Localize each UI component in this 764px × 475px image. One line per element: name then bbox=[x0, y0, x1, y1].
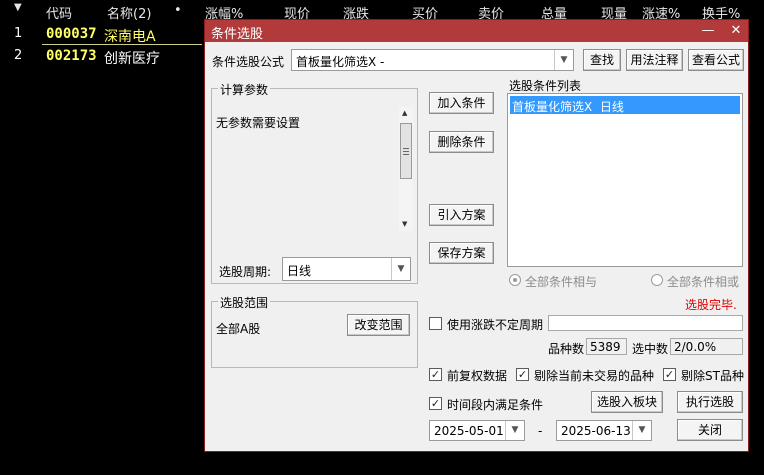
forward-adjusted-checkbox[interactable]: ✓ bbox=[429, 368, 442, 381]
add-condition-button[interactable]: 加入条件 bbox=[429, 92, 494, 114]
stock-selection-dialog: 条件选股 — ✕ 条件选股公式 首板量化筛选X - ▼ 查找 用法注释 查看公式… bbox=[204, 19, 749, 452]
scope-group: 选股范围 全部A股 改变范围 bbox=[211, 294, 418, 368]
row-name: 创新医疗 bbox=[104, 51, 160, 67]
col-code[interactable]: 代码 bbox=[46, 3, 72, 22]
row-name: 深南电A bbox=[104, 29, 156, 45]
scope-group-title: 选股范围 bbox=[218, 294, 271, 311]
selected-count: 2/0.0% bbox=[670, 338, 743, 355]
formula-label: 条件选股公式 bbox=[212, 55, 285, 69]
period-label: 选股周期: bbox=[219, 265, 272, 279]
condition-list-label: 选股条件列表 bbox=[509, 79, 582, 93]
formula-select-value: 首板量化筛选X - bbox=[296, 55, 385, 69]
delete-condition-button[interactable]: 删除条件 bbox=[429, 131, 494, 153]
radio-all-or[interactable] bbox=[651, 274, 663, 286]
list-item-label: 首板量化筛选X 日线 bbox=[512, 100, 624, 114]
params-scrollbar[interactable]: ▲ ▼ bbox=[399, 107, 413, 231]
varieties-label: 品种数 bbox=[548, 342, 585, 356]
row-code: 002173 bbox=[46, 48, 97, 64]
use-uncertain-period-checkbox[interactable] bbox=[429, 317, 442, 330]
row-code: 000037 bbox=[46, 26, 97, 42]
uncertain-period-input[interactable] bbox=[548, 315, 743, 331]
scroll-down-icon[interactable]: ▼ bbox=[402, 220, 407, 228]
row-index: 2 bbox=[14, 48, 23, 63]
varieties-count: 5389 bbox=[586, 338, 627, 355]
close-icon[interactable]: ✕ bbox=[727, 22, 745, 40]
view-formula-button[interactable]: 查看公式 bbox=[688, 49, 744, 71]
date-separator: - bbox=[538, 424, 543, 438]
params-group: 计算参数 无参数需要设置 ▲ ▼ 选股周期: 日线 ▼ bbox=[211, 81, 418, 284]
change-scope-button[interactable]: 改变范围 bbox=[347, 314, 410, 336]
varieties-value: 5389 bbox=[590, 340, 621, 354]
row-index: 1 bbox=[14, 26, 23, 41]
close-button[interactable]: 关闭 bbox=[677, 419, 743, 441]
remove-untraded-checkbox[interactable]: ✓ bbox=[516, 368, 529, 381]
use-uncertain-period-label: 使用涨跌不定周期 bbox=[447, 318, 544, 332]
check-icon: ✓ bbox=[430, 397, 441, 410]
forward-adjusted-label: 前复权数据 bbox=[447, 369, 508, 383]
remove-untraded-label: 剔除当前未交易的品种 bbox=[534, 369, 655, 383]
date-to-value: 2025-06-13 bbox=[561, 424, 631, 438]
params-group-title: 计算参数 bbox=[218, 81, 271, 98]
scope-value: 全部A股 bbox=[216, 322, 261, 336]
selection-to-block-button[interactable]: 选股入板块 bbox=[591, 391, 663, 413]
find-button[interactable]: 查找 bbox=[583, 49, 621, 71]
minimize-icon[interactable]: — bbox=[699, 22, 717, 40]
params-text: 无参数需要设置 bbox=[216, 116, 301, 130]
chevron-down-icon[interactable]: ▼ bbox=[505, 421, 524, 440]
check-icon: ✓ bbox=[517, 368, 528, 381]
chevron-down-icon[interactable]: ▼ bbox=[391, 258, 410, 280]
list-item[interactable]: 首板量化筛选X 日线 bbox=[510, 96, 740, 114]
dialog-titlebar[interactable]: 条件选股 — ✕ bbox=[205, 20, 748, 42]
radio-all-and-label: 全部条件相与 bbox=[525, 275, 598, 289]
save-plan-button[interactable]: 保存方案 bbox=[429, 242, 494, 264]
chevron-down-icon[interactable]: ▼ bbox=[554, 50, 573, 70]
period-select[interactable]: 日线 ▼ bbox=[282, 257, 411, 281]
status-text: 选股完毕. bbox=[685, 298, 737, 312]
check-icon: ✓ bbox=[430, 368, 441, 381]
sort-dropdown-icon[interactable]: ▼ bbox=[14, 2, 22, 13]
selected-value: 2/0.0% bbox=[674, 340, 717, 354]
import-plan-button[interactable]: 引入方案 bbox=[429, 204, 494, 226]
scroll-up-icon[interactable]: ▲ bbox=[402, 109, 407, 117]
date-from-picker[interactable]: 2025-05-01 ▼ bbox=[429, 420, 525, 441]
radio-all-and[interactable] bbox=[509, 274, 521, 286]
formula-select[interactable]: 首板量化筛选X - ▼ bbox=[291, 49, 574, 71]
row-selection-line bbox=[42, 44, 202, 45]
condition-list[interactable]: 首板量化筛选X 日线 bbox=[507, 93, 743, 267]
radio-all-or-label: 全部条件相或 bbox=[667, 275, 740, 289]
date-from-value: 2025-05-01 bbox=[434, 424, 504, 438]
selected-label: 选中数 bbox=[632, 342, 669, 356]
remove-st-label: 剔除ST品种 bbox=[681, 369, 744, 383]
scroll-thumb[interactable] bbox=[400, 123, 412, 179]
chevron-down-icon[interactable]: ▼ bbox=[632, 421, 651, 440]
remove-st-checkbox[interactable]: ✓ bbox=[663, 368, 676, 381]
execute-selection-button[interactable]: 执行选股 bbox=[677, 391, 743, 413]
period-condition-checkbox[interactable]: ✓ bbox=[429, 397, 442, 410]
check-icon: ✓ bbox=[664, 368, 675, 381]
col-name[interactable]: 名称(2) bbox=[107, 3, 151, 22]
col-dot: • bbox=[174, 3, 182, 18]
period-condition-label: 时间段内满足条件 bbox=[447, 398, 544, 412]
usage-notes-button[interactable]: 用法注释 bbox=[626, 49, 683, 71]
dialog-title: 条件选股 bbox=[211, 27, 264, 42]
period-select-value: 日线 bbox=[287, 264, 312, 278]
date-to-picker[interactable]: 2025-06-13 ▼ bbox=[556, 420, 652, 441]
